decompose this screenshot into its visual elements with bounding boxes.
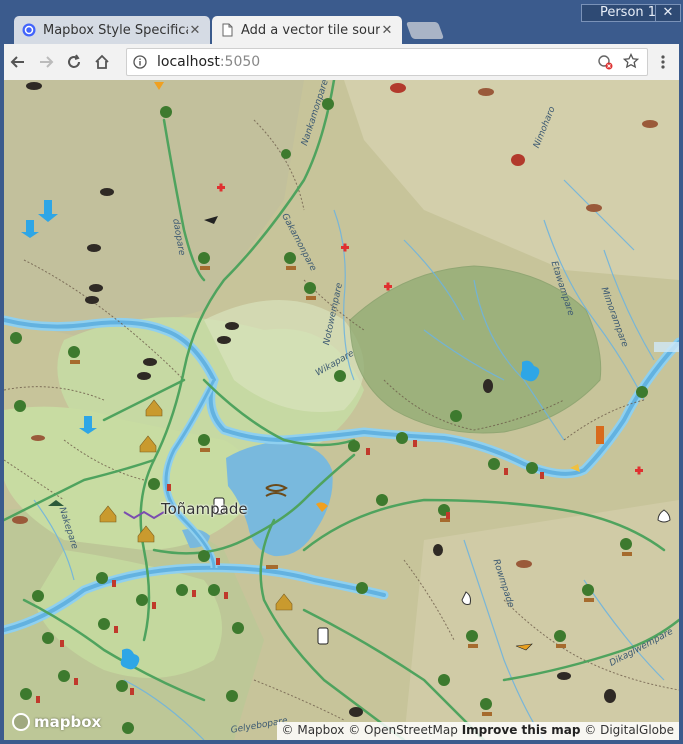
attribution-mapbox-link[interactable]: © Mapbox: [282, 723, 345, 737]
forward-button[interactable]: [32, 48, 60, 76]
kebab-menu-icon: [661, 55, 665, 69]
url-port: :5050: [219, 54, 261, 70]
mapbox-logo-icon: [12, 713, 30, 731]
reload-icon: [68, 54, 80, 68]
info-icon[interactable]: [133, 55, 147, 69]
tab-mapbox-style-spec[interactable]: Mapbox Style Specification ✕: [14, 16, 210, 44]
browser-window: Person 1 ✕ Mapbox Style Specification ✕ …: [0, 0, 683, 744]
map-graphics: [4, 80, 679, 740]
mapbox-logo-text: mapbox: [34, 713, 102, 731]
address-bar[interactable]: localhost:5050: [126, 48, 648, 76]
place-label: Toñampade: [161, 500, 248, 518]
arrow-left-icon: [10, 56, 24, 68]
attribution-digitalglobe-link[interactable]: © DigitalGlobe: [584, 723, 674, 737]
reload-button[interactable]: [60, 48, 88, 76]
tab-strip: Person 1 ✕ Mapbox Style Specification ✕ …: [0, 0, 683, 44]
home-icon: [95, 54, 109, 69]
map-canvas[interactable]: Nankamonpare Gakamonpare daopare Notowem…: [4, 80, 679, 740]
close-window-button[interactable]: ✕: [655, 4, 681, 22]
tab-add-vector-tile-source[interactable]: Add a vector tile source ✕: [212, 16, 402, 44]
home-button[interactable]: [88, 48, 116, 76]
tab-close-icon[interactable]: ✕: [188, 23, 202, 38]
document-icon: [220, 23, 234, 37]
browser-menu-button[interactable]: [653, 48, 673, 76]
mapbox-favicon-icon: [22, 23, 36, 37]
back-button[interactable]: [4, 48, 32, 76]
new-tab-button[interactable]: [405, 22, 445, 39]
url-host: localhost: [157, 54, 220, 70]
bookmark-star-icon[interactable]: [622, 52, 640, 73]
tab-title: Mapbox Style Specification: [43, 22, 188, 38]
browser-toolbar: localhost:5050: [4, 44, 679, 80]
tab-title: Add a vector tile source: [241, 22, 380, 38]
blocked-popup-icon[interactable]: [597, 54, 613, 74]
arrow-right-icon: [40, 56, 54, 68]
improve-this-map-link[interactable]: Improve this map: [462, 723, 581, 737]
map-attribution: © Mapbox © OpenStreetMap Improve this ma…: [276, 722, 679, 740]
attribution-osm-link[interactable]: © OpenStreetMap: [348, 723, 458, 737]
mapbox-logo[interactable]: mapbox: [12, 713, 101, 731]
tab-close-icon[interactable]: ✕: [380, 23, 394, 38]
